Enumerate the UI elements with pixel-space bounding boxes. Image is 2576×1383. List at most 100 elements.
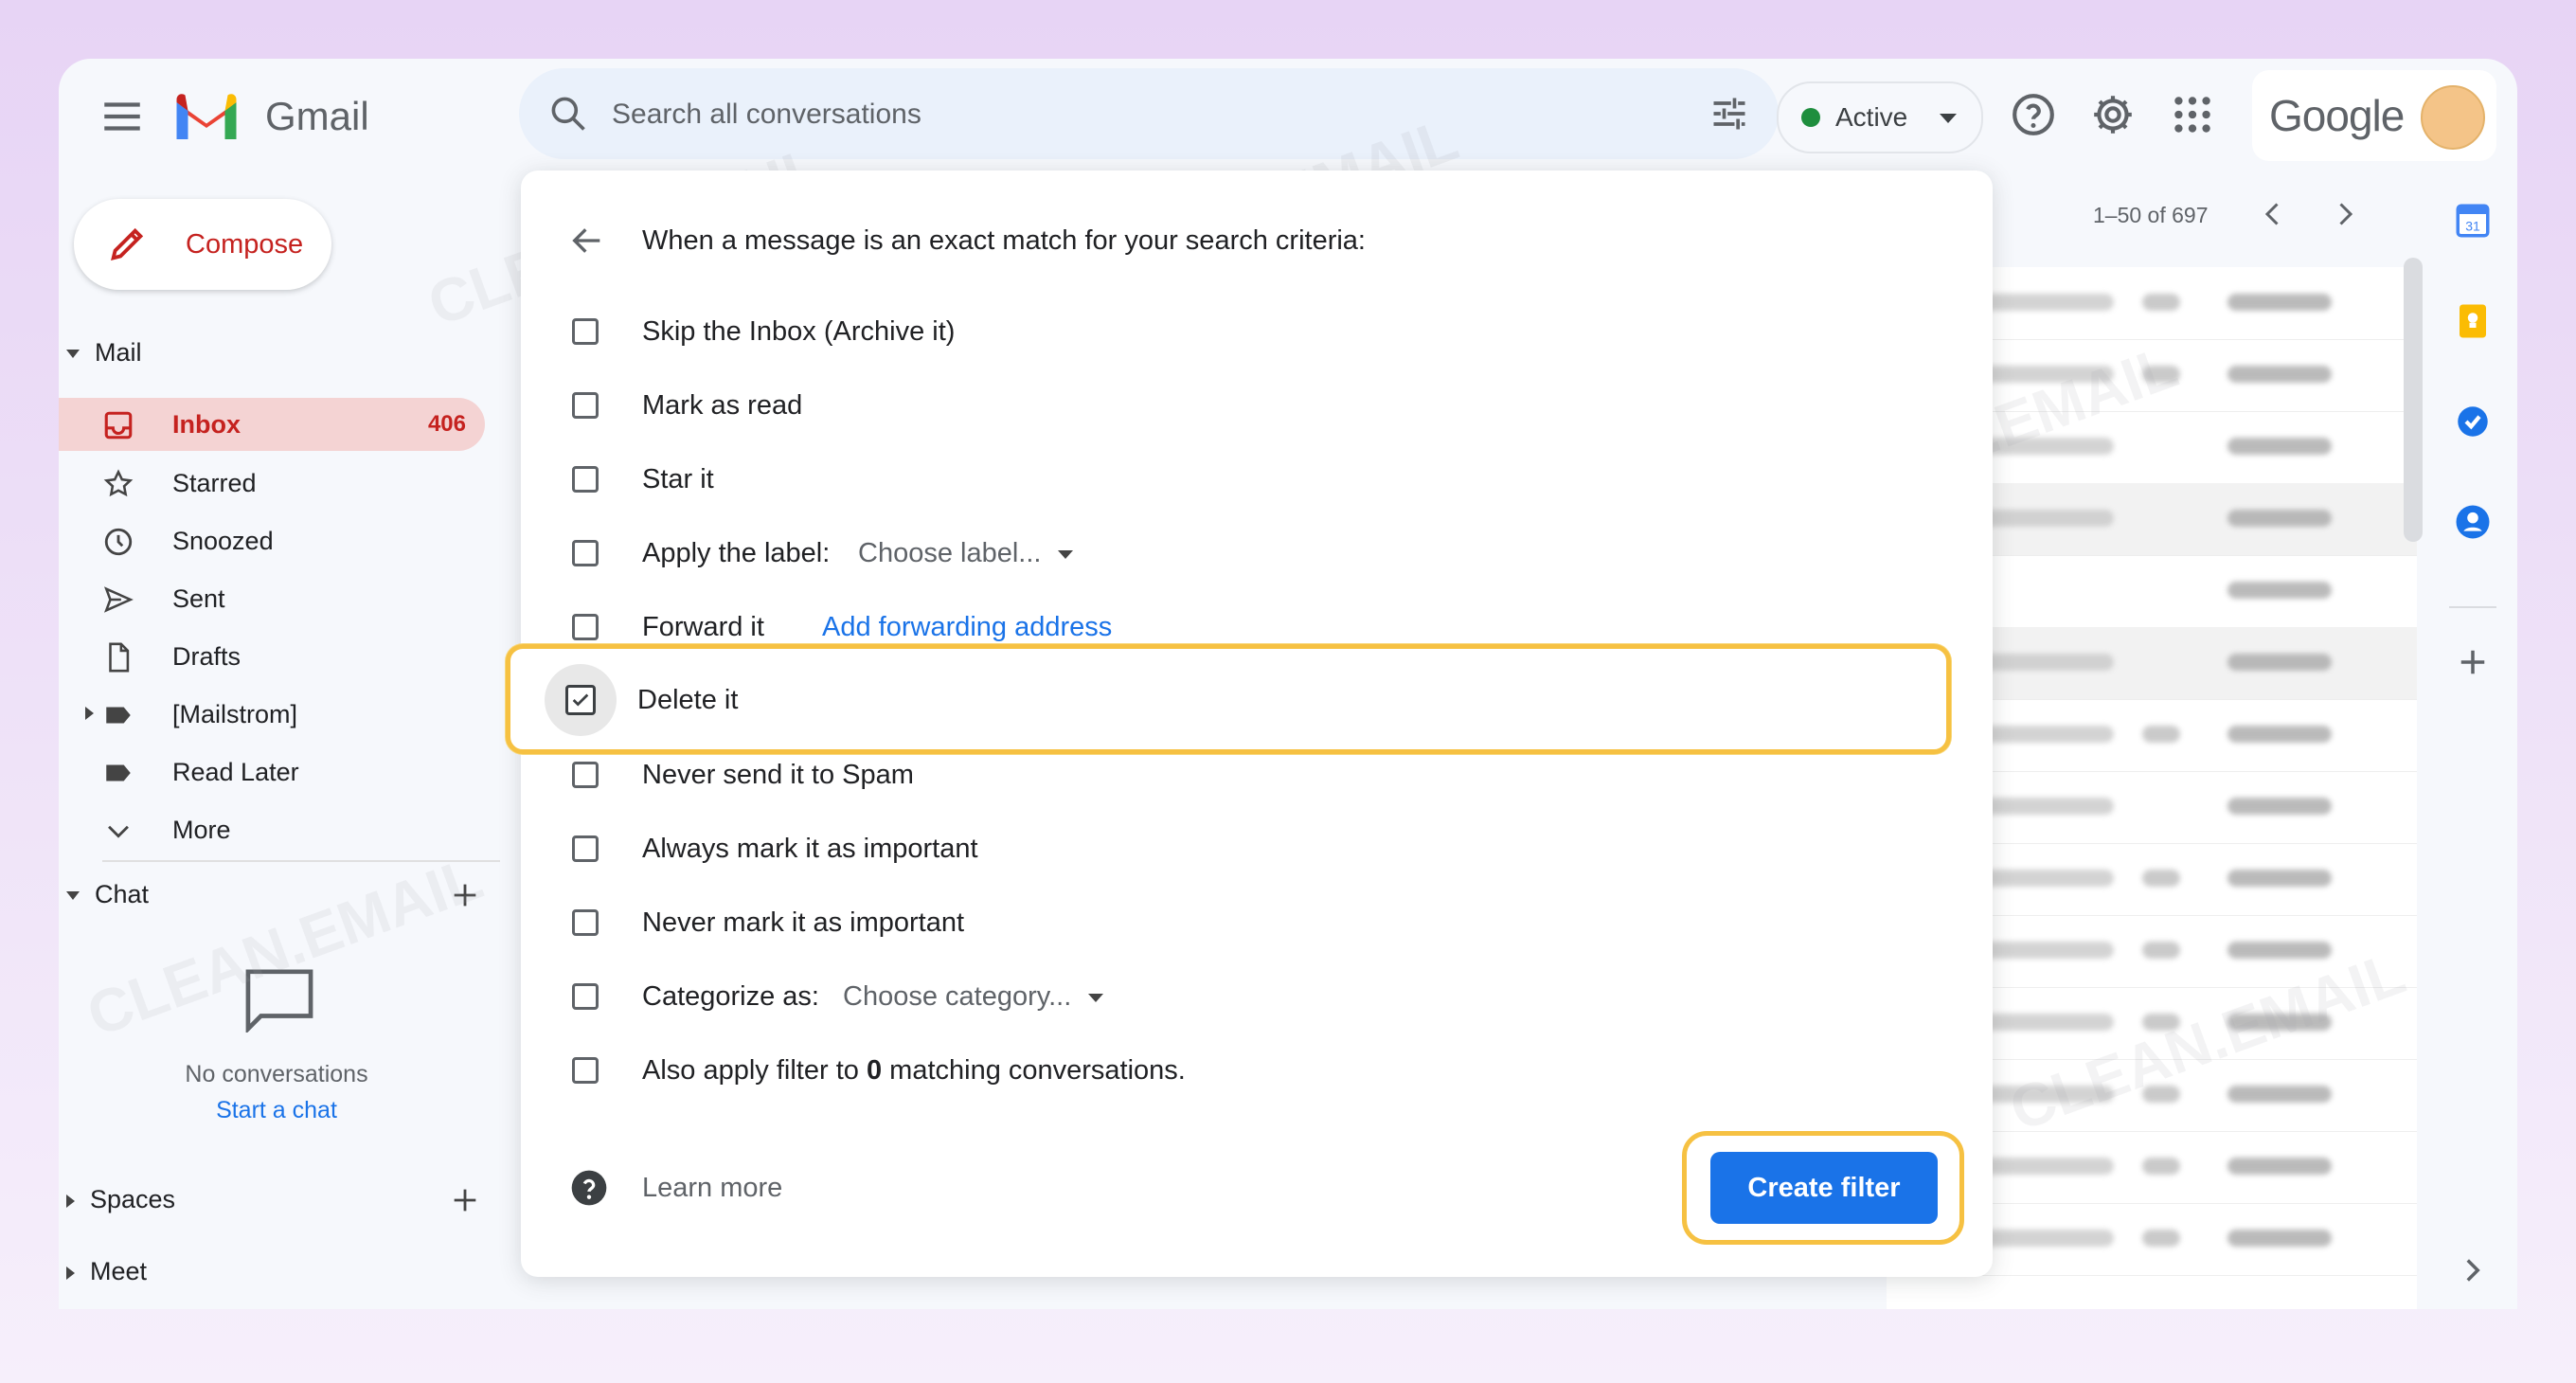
start-chat-link[interactable]: Start a chat: [59, 1095, 494, 1125]
always-important-checkbox[interactable]: [572, 835, 599, 862]
sidebar-item-label: Sent: [172, 584, 225, 613]
next-page-icon[interactable]: [2328, 197, 2362, 231]
help-icon[interactable]: [2010, 91, 2057, 138]
contacts-icon[interactable]: [2453, 502, 2493, 542]
expand-caret-icon: [66, 1266, 75, 1280]
sidebar-item-mailstrom[interactable]: [Mailstrom]: [59, 688, 485, 741]
spaces-section-label: Spaces: [90, 1185, 176, 1213]
chat-section-label: Chat: [95, 880, 150, 908]
option-label-pre: Also apply filter to: [642, 1055, 859, 1086]
filter-option-mark-read: Mark as read: [521, 377, 1993, 438]
apps-grid-icon[interactable]: [2169, 91, 2216, 138]
calendar-icon[interactable]: 31: [2453, 201, 2493, 241]
top-bar: Gmail Active Google: [59, 59, 2517, 174]
back-arrow-icon[interactable]: [568, 222, 606, 260]
sidebar-item-label: Drafts: [172, 642, 242, 671]
sidebar-item-label: [Mailstrom]: [172, 700, 298, 728]
sidebar-item-label: Snoozed: [172, 527, 274, 555]
meet-section-label: Meet: [90, 1257, 148, 1285]
search-options-icon[interactable]: [1708, 93, 1750, 135]
tasks-icon[interactable]: [2453, 402, 2493, 441]
choose-label-dropdown[interactable]: Choose label...: [858, 536, 1074, 570]
sidebar-item-snoozed[interactable]: Snoozed: [59, 514, 485, 567]
label-tag-icon: [106, 764, 131, 781]
app-name: Gmail: [265, 94, 369, 138]
add-forwarding-address-link[interactable]: Add forwarding address: [822, 610, 1112, 644]
option-label: Also apply filter to 0 matching conversa…: [642, 1053, 1186, 1087]
option-label: Forward it: [642, 612, 764, 642]
sidebar-item-label: Starred: [172, 469, 257, 497]
new-chat-plus-icon[interactable]: [449, 879, 481, 911]
google-logo: Google: [2269, 91, 2405, 140]
account-area[interactable]: Google: [2252, 70, 2496, 161]
sidebar-item-more[interactable]: More: [59, 803, 485, 856]
skip-inbox-checkbox[interactable]: [572, 318, 599, 345]
sidebar-item-read-later[interactable]: Read Later: [59, 745, 485, 799]
search-bar[interactable]: [519, 68, 1779, 159]
menu-icon[interactable]: [98, 93, 146, 140]
chevron-down-icon: [108, 825, 129, 838]
categorize-checkbox[interactable]: [572, 983, 599, 1010]
never-important-checkbox[interactable]: [572, 909, 599, 936]
option-label: Always mark it as important: [642, 834, 978, 864]
expand-caret-icon[interactable]: [85, 707, 94, 720]
side-panel: 31: [2426, 174, 2517, 1309]
previous-page-icon[interactable]: [2256, 197, 2290, 231]
filter-option-never-spam: Never send it to Spam: [521, 746, 1993, 807]
apply-existing-checkbox[interactable]: [572, 1057, 599, 1084]
send-icon: [103, 586, 134, 613]
new-space-plus-icon[interactable]: [449, 1184, 481, 1216]
choose-category-dropdown[interactable]: Choose category...: [843, 979, 1104, 1014]
clock-icon: [104, 528, 133, 556]
sidebar-item-inbox[interactable]: Inbox 406: [59, 398, 485, 451]
dropdown-value: Choose label...: [858, 538, 1042, 568]
search-input[interactable]: [610, 85, 1637, 144]
delete-it-checkbox[interactable]: [565, 685, 596, 715]
learn-more-link[interactable]: Learn more: [642, 1171, 782, 1205]
sidebar-item-label: Read Later: [172, 758, 299, 786]
scrollbar[interactable]: [2404, 258, 2423, 542]
dropdown-caret-icon: [1088, 993, 1104, 1002]
svg-text:31: 31: [2465, 219, 2480, 234]
compose-button[interactable]: Compose: [74, 199, 331, 290]
option-label: Mark as read: [642, 390, 803, 421]
gmail-logo-icon[interactable]: [172, 91, 241, 142]
chevron-right-icon[interactable]: [2453, 1250, 2493, 1290]
sidebar-item-starred[interactable]: Starred: [59, 457, 485, 510]
meet-section-toggle[interactable]: Meet: [66, 1254, 147, 1288]
option-label: Apply the label:: [642, 538, 831, 568]
create-filter-button[interactable]: Create filter: [1710, 1152, 1938, 1224]
collapse-caret-icon: [66, 891, 80, 901]
sidebar-divider: [102, 860, 500, 862]
add-app-plus-icon[interactable]: [2453, 642, 2493, 682]
mail-section-toggle[interactable]: Mail: [66, 335, 142, 369]
star-icon: [103, 469, 134, 497]
pagination-range: 1–50 of 697: [2093, 203, 2209, 227]
status-selector[interactable]: Active: [1777, 81, 1983, 153]
star-it-checkbox[interactable]: [572, 466, 599, 493]
search-icon[interactable]: [547, 93, 589, 135]
avatar[interactable]: [2421, 85, 2485, 150]
forward-checkbox[interactable]: [572, 614, 599, 640]
option-label: Categorize as:: [642, 981, 819, 1012]
filter-option-apply-label: Apply the label: Choose label...: [521, 525, 1993, 585]
never-spam-checkbox[interactable]: [572, 762, 599, 788]
status-dot-icon: [1801, 108, 1820, 127]
mark-read-checkbox[interactable]: [572, 392, 599, 419]
chat-section-toggle[interactable]: Chat: [66, 877, 149, 911]
inbox-icon: [104, 411, 133, 440]
spaces-section-toggle[interactable]: Spaces: [66, 1182, 175, 1216]
chat-bubble-icon: [245, 969, 313, 1033]
settings-gear-icon[interactable]: [2089, 91, 2137, 138]
keep-notes-icon[interactable]: [2453, 301, 2493, 341]
option-label: Never mark it as important: [642, 907, 965, 938]
apply-label-checkbox[interactable]: [572, 540, 599, 566]
matching-count: 0: [866, 1055, 883, 1086]
compose-label: Compose: [186, 229, 304, 260]
option-label-post: matching conversations.: [889, 1055, 1186, 1086]
filter-option-star: Star it: [521, 451, 1993, 512]
option-label: Star it: [642, 464, 714, 494]
sidebar-item-drafts[interactable]: Drafts: [59, 630, 485, 683]
sidebar-item-sent[interactable]: Sent: [59, 572, 485, 625]
filter-option-apply-existing: Also apply filter to 0 matching conversa…: [521, 1042, 1993, 1103]
